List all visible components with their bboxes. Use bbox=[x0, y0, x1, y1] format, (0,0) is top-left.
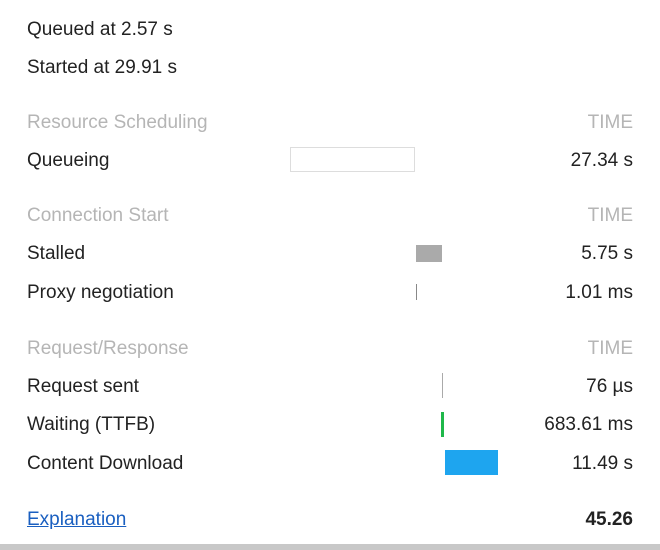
row-value-waiting-ttfb: 683.61 ms bbox=[544, 414, 633, 435]
row-label-request-sent: Request sent bbox=[27, 376, 139, 397]
content-download-bar bbox=[445, 450, 498, 475]
bottom-border bbox=[0, 544, 660, 550]
queued-at: Queued at 2.57 s bbox=[27, 19, 173, 40]
proxy-negotiation-bar bbox=[416, 284, 417, 300]
started-at: Started at 29.91 s bbox=[27, 57, 177, 78]
explanation-link[interactable]: Explanation bbox=[27, 509, 126, 531]
row-label-waiting-ttfb: Waiting (TTFB) bbox=[27, 414, 156, 435]
section-title-request-response: Request/Response bbox=[27, 338, 189, 359]
section-title-connection-start: Connection Start bbox=[27, 205, 169, 226]
row-label-content-download: Content Download bbox=[27, 453, 184, 474]
row-value-queueing: 27.34 s bbox=[570, 150, 633, 171]
row-label-proxy-negotiation: Proxy negotiation bbox=[27, 282, 174, 303]
row-value-proxy-negotiation: 1.01 ms bbox=[565, 282, 633, 303]
waiting-ttfb-bar bbox=[441, 412, 444, 437]
time-header: TIME bbox=[587, 205, 633, 226]
row-label-stalled: Stalled bbox=[27, 243, 86, 264]
row-value-stalled: 5.75 s bbox=[581, 243, 633, 264]
total-time: 45.26 bbox=[585, 509, 633, 530]
row-value-content-download: 11.49 s bbox=[572, 453, 633, 474]
row-label-queueing: Queueing bbox=[27, 150, 110, 171]
section-title-resource-scheduling: Resource Scheduling bbox=[27, 112, 208, 133]
request-sent-bar bbox=[442, 373, 443, 398]
queueing-bar bbox=[290, 147, 415, 172]
row-value-request-sent: 76 µs bbox=[586, 376, 633, 397]
time-header: TIME bbox=[587, 338, 633, 359]
time-header: TIME bbox=[587, 112, 633, 133]
stalled-bar bbox=[416, 245, 442, 262]
